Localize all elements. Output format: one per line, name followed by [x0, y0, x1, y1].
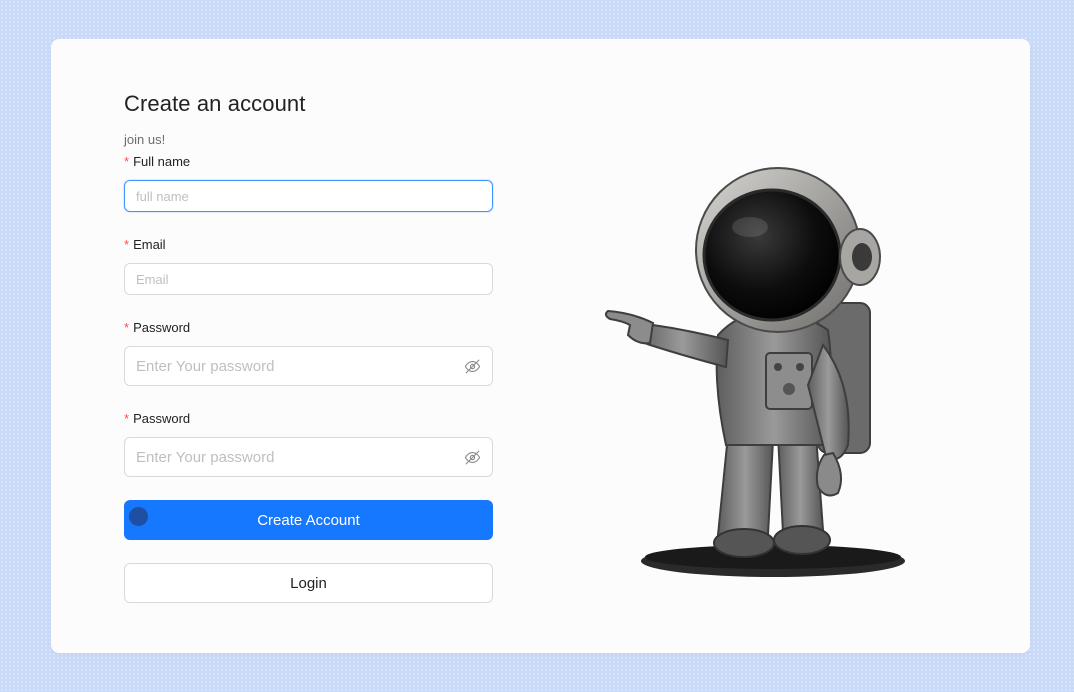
- required-mark: *: [124, 154, 130, 169]
- confirm-password-label-text: Password: [133, 411, 191, 426]
- page-title: Create an account: [124, 91, 306, 116]
- password-label: * Password: [124, 319, 493, 336]
- full-name-field: * Full name: [124, 153, 493, 212]
- email-input[interactable]: [136, 271, 481, 287]
- email-field: * Email: [124, 236, 493, 295]
- login-button[interactable]: Login: [124, 563, 493, 603]
- click-ripple: [129, 507, 148, 526]
- password-input[interactable]: [136, 357, 463, 375]
- create-account-label: Create Account: [257, 511, 360, 529]
- password-field: * Password: [124, 319, 493, 386]
- signup-form: Create an account join us! *Full name *E…: [124, 89, 493, 603]
- password-label-text: Password: [133, 320, 191, 335]
- page-subtitle: join us!: [124, 132, 166, 147]
- login-label: Login: [290, 574, 327, 592]
- eye-invisible-icon[interactable]: [463, 357, 481, 375]
- required-mark: *: [124, 237, 130, 252]
- email-label-text: Email: [133, 237, 166, 252]
- required-mark: *: [124, 411, 130, 426]
- confirm-password-input[interactable]: [136, 448, 463, 466]
- full-name-label: * Full name: [124, 153, 493, 170]
- confirm-password-field: * Password: [124, 410, 493, 477]
- confirm-password-input-box: [124, 437, 493, 477]
- create-account-button[interactable]: Create Account: [124, 500, 493, 540]
- full-name-input[interactable]: [136, 188, 481, 204]
- email-label: * Email: [124, 236, 493, 253]
- password-input-box: [124, 346, 493, 386]
- eye-invisible-icon[interactable]: [463, 448, 481, 466]
- full-name-label-text: Full name: [133, 154, 191, 169]
- email-input-box: [124, 263, 493, 295]
- signup-card: Create an account join us! *Full name *E…: [51, 39, 1030, 653]
- full-name-input-box: [124, 180, 493, 212]
- astronaut-pointing-illustration: [578, 135, 908, 585]
- required-mark: *: [124, 320, 130, 335]
- confirm-password-label: * Password: [124, 410, 493, 427]
